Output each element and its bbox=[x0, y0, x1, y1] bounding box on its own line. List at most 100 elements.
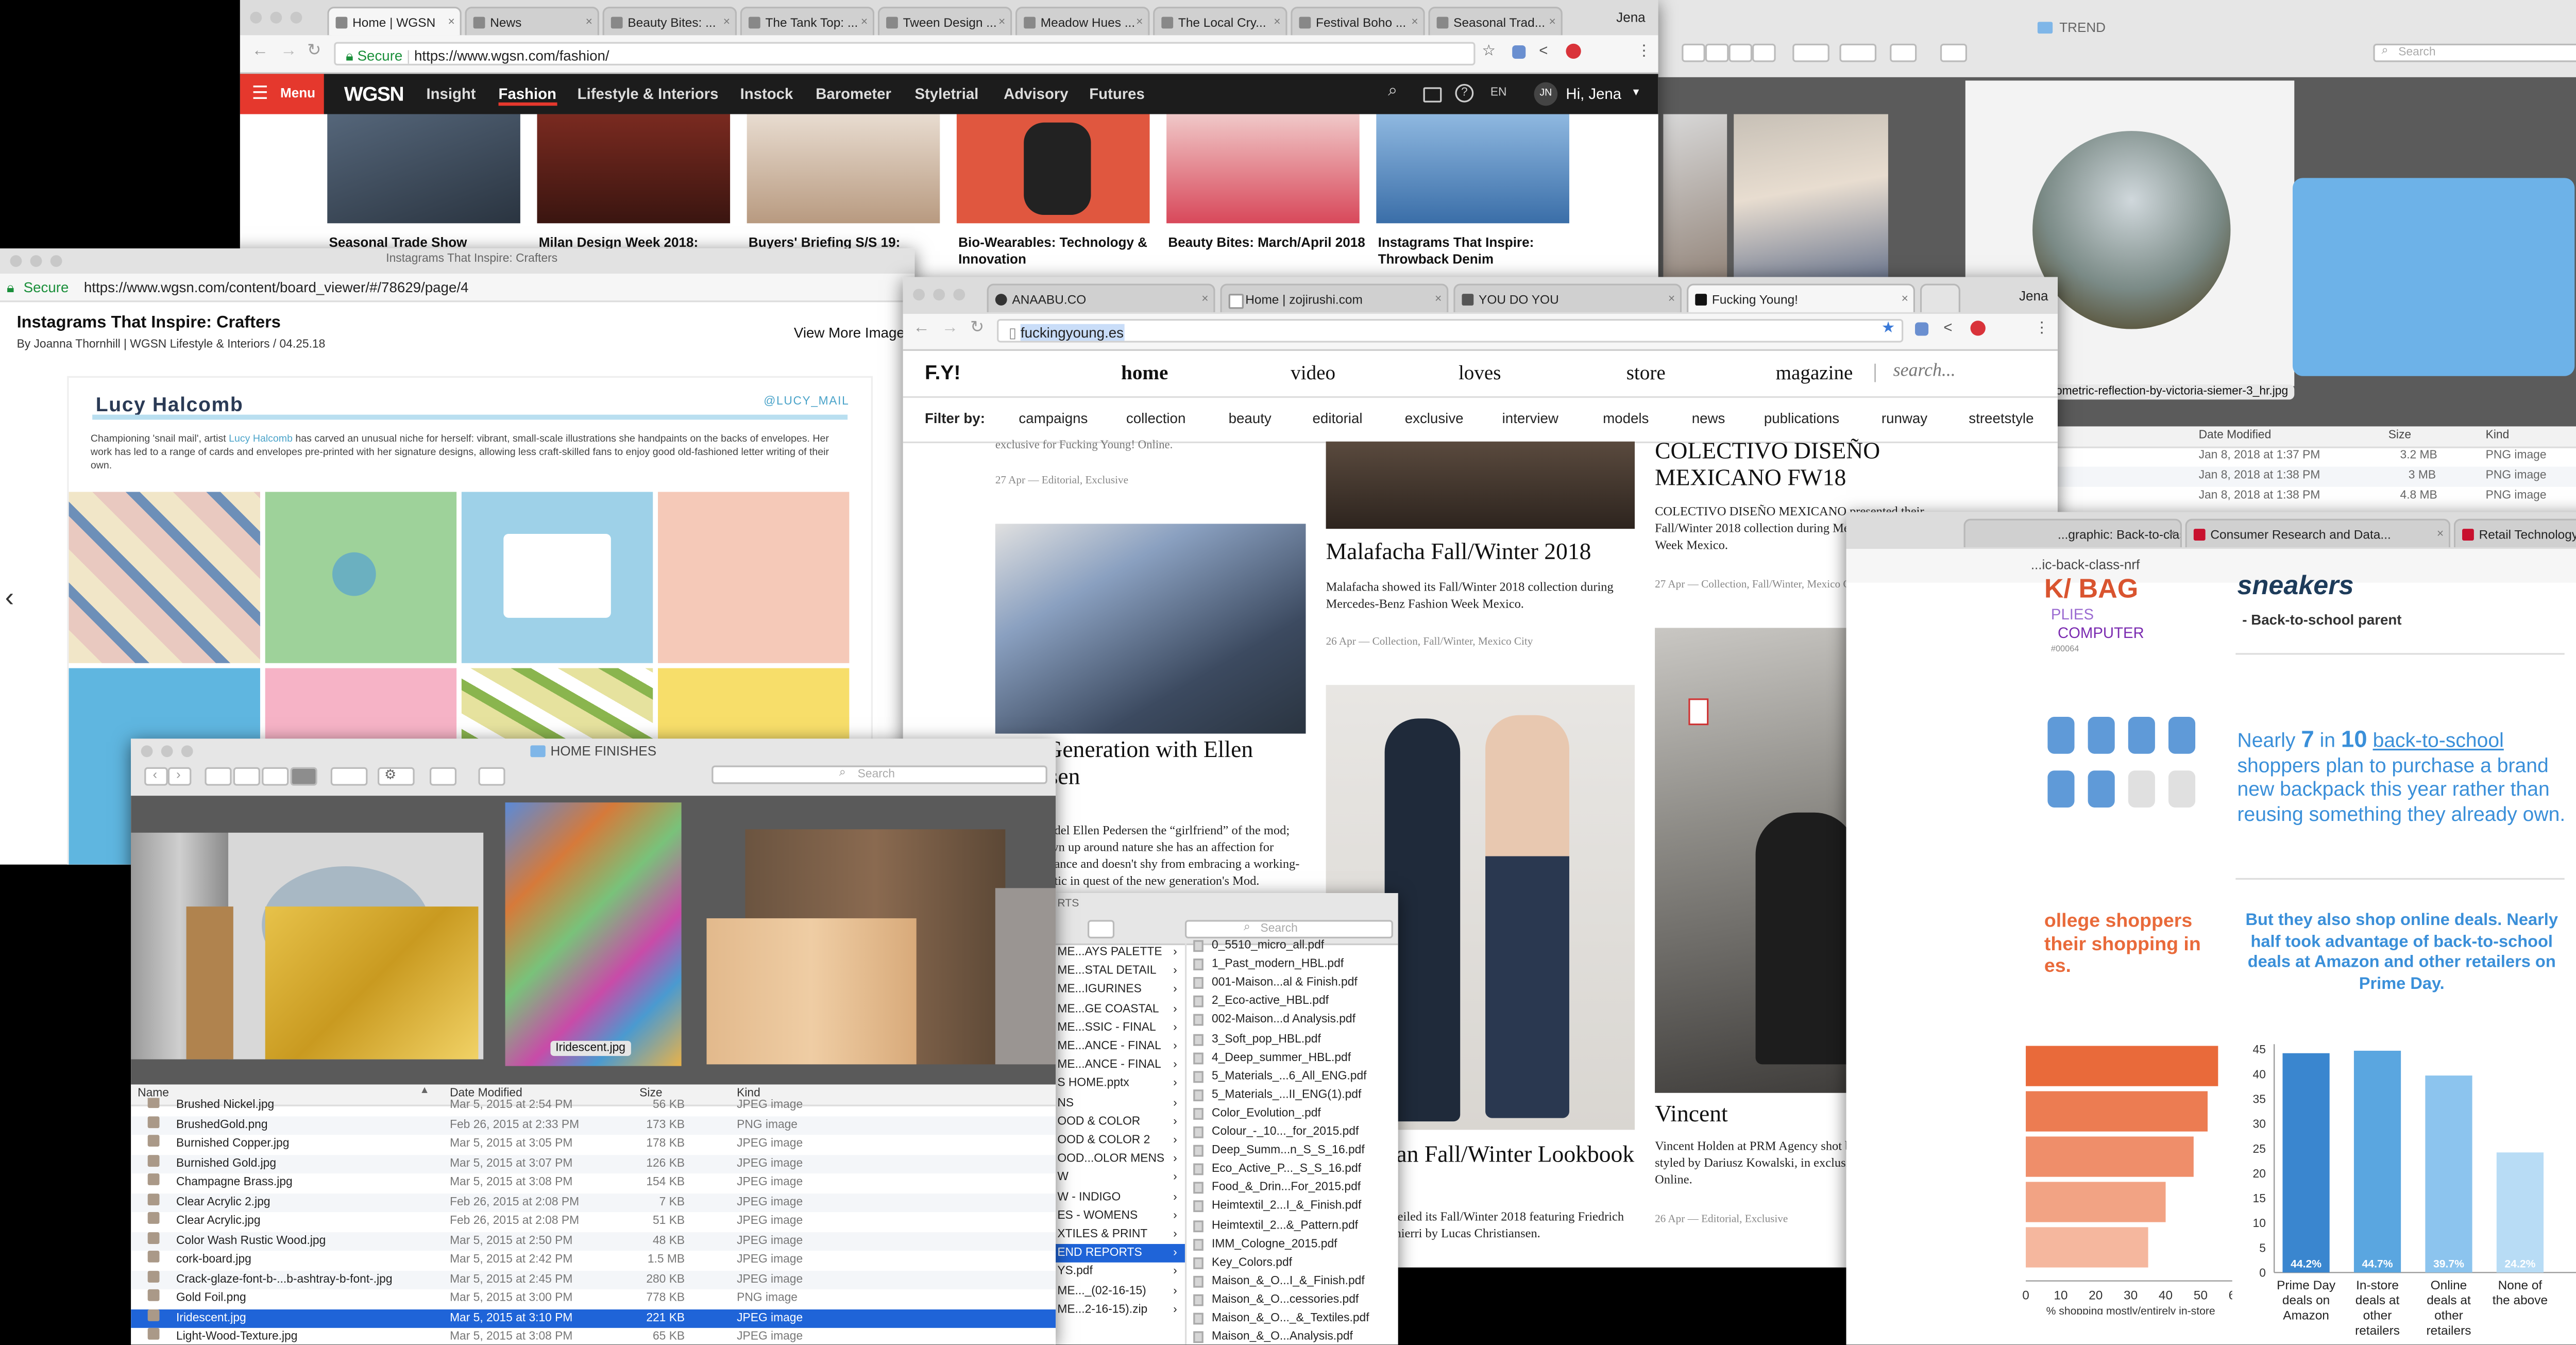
fy-url-field[interactable]: ▯ fuckingyoung.es bbox=[997, 318, 1904, 343]
nav-fashion[interactable]: Fashion bbox=[498, 86, 556, 106]
chrome-menu-icon[interactable]: ⋮ bbox=[1636, 42, 1651, 60]
nav-loves[interactable]: loves bbox=[1459, 361, 1501, 386]
tab-tank-top[interactable]: The Tank Top: ... × bbox=[740, 7, 875, 36]
gallery-image-cake-envelope[interactable] bbox=[69, 492, 260, 663]
view-gallery-button[interactable] bbox=[290, 767, 317, 786]
nav-video[interactable]: video bbox=[1291, 361, 1335, 386]
file-row[interactable]: Food_&_Drin...For_2015.pdf bbox=[1187, 1179, 1398, 1198]
menu-button[interactable]: ☰ Menu bbox=[240, 74, 324, 114]
tag-button[interactable] bbox=[1940, 43, 1968, 62]
nav-lifestyle-interiors[interactable]: Lifestyle & Interiors bbox=[578, 86, 719, 103]
file-row[interactable]: 3_Soft_pop_HBL.pdf bbox=[1187, 1030, 1398, 1049]
file-row[interactable]: Maison_&_O...cessories.pdf bbox=[1187, 1291, 1398, 1309]
file-row[interactable]: BrushedGold.png Feb 26, 2015 at 2:33 PM 17… bbox=[131, 1115, 1056, 1135]
filter-runway[interactable]: runway bbox=[1882, 410, 1927, 427]
briefcase-icon[interactable] bbox=[1423, 87, 1442, 103]
file-row[interactable]: Eco_Active_P..._S_S_16.pdf bbox=[1187, 1161, 1398, 1179]
file-row[interactable]: 4_Deep_summer_HBL.pdf bbox=[1187, 1049, 1398, 1067]
file-row[interactable]: Clear Acrylic.jpg Feb 26, 2015 at 2:08 PM… bbox=[131, 1212, 1056, 1231]
folder-row[interactable]: OOD...OLOR MENS › bbox=[1054, 1150, 1185, 1169]
tab-meadow-hues[interactable]: Meadow Hues ... × bbox=[1015, 7, 1150, 36]
tab-beauty-bites[interactable]: Beauty Bites: ... × bbox=[602, 7, 737, 36]
share-icon[interactable]: < bbox=[1943, 319, 1952, 336]
fy-logo[interactable]: F.Y! bbox=[925, 361, 961, 384]
nav-futures[interactable]: Futures bbox=[1089, 86, 1145, 103]
filter-exclusive[interactable]: exclusive bbox=[1405, 410, 1464, 427]
profile-name[interactable]: Jena bbox=[1616, 10, 1646, 25]
share-button[interactable] bbox=[1890, 43, 1917, 62]
view-icons-button[interactable] bbox=[1682, 43, 1705, 62]
card-title[interactable]: Beauty Bites: March/April 2018 bbox=[1168, 235, 1366, 252]
file-row[interactable]: Key_Colors.pdf bbox=[1187, 1253, 1398, 1272]
wgsn-url-field[interactable]: 🔒︎ Secure | https://www.wgsn.com/fashion… bbox=[334, 42, 1476, 66]
folder-row[interactable]: OOD & COLOR › bbox=[1054, 1113, 1185, 1131]
new-tab-button[interactable] bbox=[1920, 283, 1960, 312]
nav-instock[interactable]: Instock bbox=[740, 86, 793, 103]
help-icon[interactable]: ? bbox=[1455, 83, 1474, 103]
thumb-iridescent[interactable] bbox=[505, 802, 682, 1066]
col-date-modified[interactable]: Date Modified bbox=[2199, 430, 2272, 442]
view-icons-button[interactable] bbox=[205, 767, 232, 786]
tab-seasonal-trade[interactable]: Seasonal Trad... × bbox=[1428, 7, 1563, 36]
filter-publications[interactable]: publications bbox=[1764, 410, 1839, 427]
nav-insight[interactable]: Insight bbox=[426, 86, 476, 103]
filter-news[interactable]: news bbox=[1692, 410, 1725, 427]
file-row[interactable]: 002-Maison...d Analysis.pdf bbox=[1187, 1011, 1398, 1030]
forward-icon[interactable]: → bbox=[280, 42, 297, 60]
file-row[interactable]: IMM_Cologne_2015.pdf bbox=[1187, 1235, 1398, 1253]
tab-festival-boho[interactable]: Festival Boho ... × bbox=[1291, 7, 1425, 36]
nav-styletrial[interactable]: Styletrial bbox=[914, 86, 978, 103]
action-gear-button[interactable]: ⚙ bbox=[377, 767, 415, 786]
thumb-light-wood[interactable] bbox=[706, 918, 917, 1065]
folder-row[interactable]: ME...AYS PALETTE › bbox=[1054, 944, 1185, 962]
card-image[interactable] bbox=[956, 114, 1150, 224]
back-icon[interactable]: ← bbox=[913, 319, 930, 338]
home-search-field[interactable]: ⌕ Search bbox=[711, 765, 1047, 784]
tab-fucking-young[interactable]: Fucking Young! × bbox=[1686, 283, 1916, 312]
file-row[interactable]: Burnished Gold.jpg Mar 5, 2015 at 3:07 PM… bbox=[131, 1154, 1056, 1174]
share-button[interactable] bbox=[429, 767, 457, 786]
reports-search-field[interactable]: ⌕ Search bbox=[1184, 920, 1393, 939]
filter-beauty[interactable]: beauty bbox=[1229, 410, 1272, 427]
filter-campaigns[interactable]: campaigns bbox=[1019, 410, 1088, 427]
search-icon[interactable]: ⌕ bbox=[1388, 82, 1397, 101]
article-photo-malafacha[interactable] bbox=[1326, 441, 1635, 529]
file-row[interactable]: Color_Evolution_.pdf bbox=[1187, 1104, 1398, 1123]
folder-row[interactable]: XTILES & PRINT › bbox=[1054, 1225, 1185, 1244]
file-row[interactable]: Brushed Nickel.jpg Mar 5, 2015 at 2:54 PM… bbox=[131, 1098, 1056, 1116]
file-row[interactable]: Color Wash Rustic Wood.jpg Mar 5, 2015 at… bbox=[131, 1231, 1056, 1251]
col-kind[interactable]: Kind bbox=[2486, 430, 2510, 442]
folder-row[interactable]: ME...ANCE - FINAL › bbox=[1054, 1056, 1185, 1075]
tab-wgsn-home[interactable]: Home | WGSN × bbox=[327, 7, 462, 36]
nav-barometer[interactable]: Barometer bbox=[816, 86, 891, 103]
view-more-images-link[interactable]: View More Images bbox=[794, 324, 912, 341]
file-row[interactable]: Clear Acrylic 2.jpg Feb 26, 2015 at 2:08 … bbox=[131, 1192, 1056, 1213]
thumb-gold-foil[interactable] bbox=[265, 906, 479, 1060]
file-row[interactable]: Champagne Brass.jpg Mar 5, 2015 at 3:08 P… bbox=[131, 1173, 1056, 1192]
previous-page-arrow[interactable]: ‹ bbox=[5, 584, 29, 618]
file-row[interactable]: Burnished Copper.jpg Mar 5, 2015 at 3:05 … bbox=[131, 1135, 1056, 1154]
fy-search-field[interactable]: search... bbox=[1893, 361, 1956, 381]
chrome-menu-icon[interactable]: ⋮ bbox=[2034, 319, 2049, 338]
tab-news[interactable]: News × bbox=[465, 7, 599, 36]
col-size[interactable]: Size bbox=[2388, 430, 2411, 442]
back-icon[interactable]: ← bbox=[252, 42, 269, 60]
tab-tween-design[interactable]: Tween Design ... × bbox=[877, 7, 1012, 36]
action-gear-button[interactable] bbox=[1839, 43, 1877, 62]
artist-handle[interactable]: @LUCY_MAIL bbox=[764, 396, 849, 408]
extension-icon[interactable] bbox=[1512, 45, 1526, 59]
filter-collection[interactable]: collection bbox=[1126, 410, 1185, 427]
folder-row[interactable]: W - INDIGO › bbox=[1054, 1188, 1185, 1206]
file-row[interactable]: Maison_&_O..._&_Textiles.pdf bbox=[1187, 1309, 1398, 1328]
view-columns-button[interactable] bbox=[1728, 43, 1753, 62]
thumb-gray-panel[interactable] bbox=[995, 888, 1056, 1065]
card-title[interactable]: Instagrams That Inspire: Throwback Denim bbox=[1378, 235, 1576, 268]
gallery-image-green-envelope[interactable] bbox=[265, 492, 457, 663]
file-row[interactable]: 5_Materials_...II_ENG(1).pdf bbox=[1187, 1086, 1398, 1104]
folder-row[interactable]: ME...GE COASTAL › bbox=[1054, 1000, 1185, 1018]
card-image[interactable] bbox=[327, 114, 520, 224]
folder-row[interactable]: ME..._(02-16-15) › bbox=[1054, 1282, 1185, 1301]
tab-consumer-research[interactable]: Consumer Research and Data... × bbox=[2185, 518, 2451, 548]
card-title[interactable]: Bio-Wearables: Technology & Innovation bbox=[958, 235, 1160, 268]
folder-row[interactable]: ME...ANCE - FINAL › bbox=[1054, 1037, 1185, 1056]
